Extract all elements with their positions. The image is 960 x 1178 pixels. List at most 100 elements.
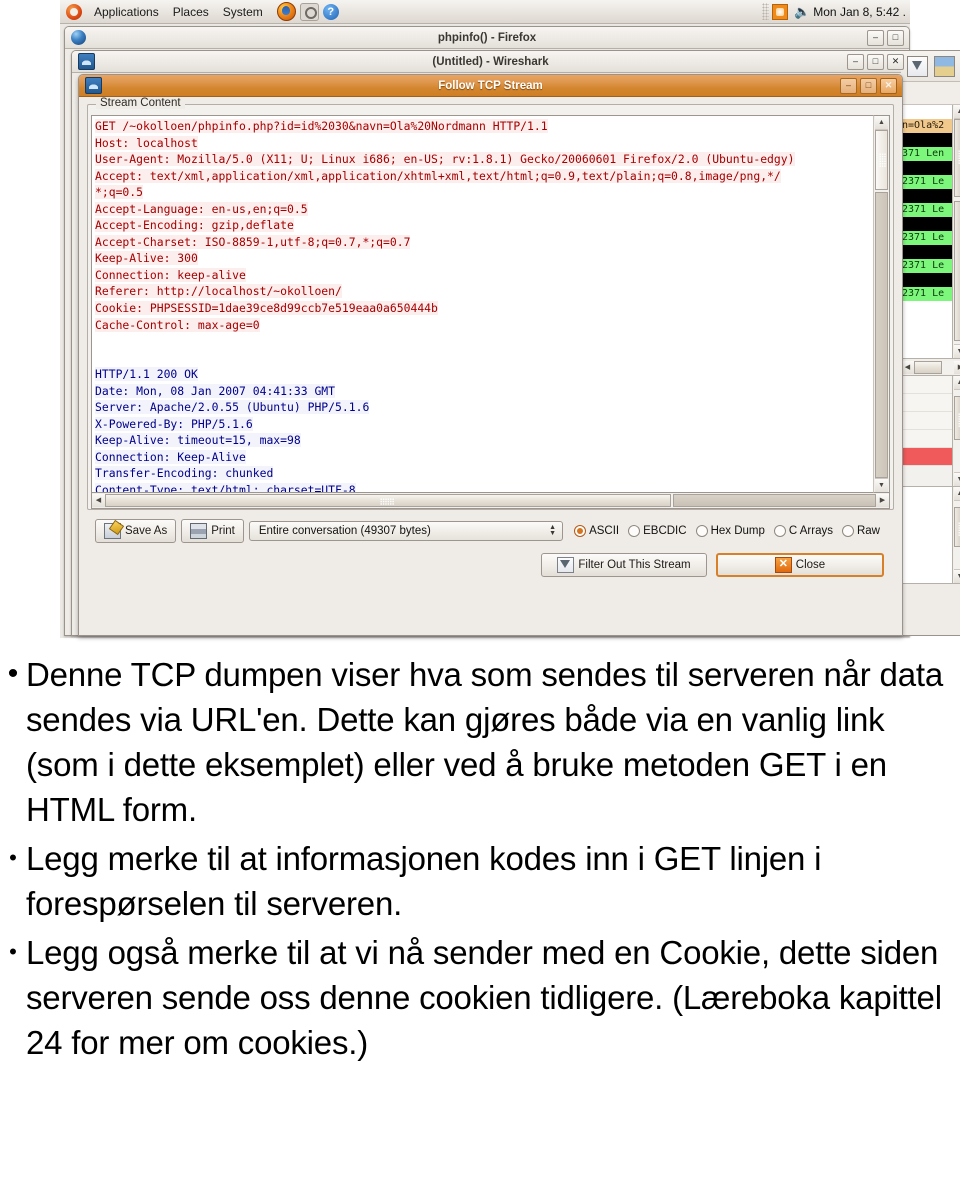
firefox-window-title: phpinfo() - Firefox [437, 31, 537, 44]
dialog-close-button[interactable]: ✕ [880, 77, 897, 94]
stream-content-group: Stream Content GET /~okolloen/phpinfo.ph… [87, 97, 894, 510]
filter-out-label: Filter Out This Stream [578, 559, 691, 571]
packet-bytes-scrollbar[interactable]: ▲ ▼ [952, 487, 960, 583]
scroll-up-icon[interactable]: ▲ [953, 487, 960, 501]
hscroll-right-icon[interactable]: ▶ [954, 360, 960, 374]
table-row[interactable]: 371 Len [901, 147, 953, 161]
scroll-down-icon[interactable]: ▼ [953, 344, 960, 358]
scroll-track[interactable] [953, 119, 960, 344]
wireshark-titlebar[interactable]: (Untitled) - Wireshark – □ ✕ [72, 51, 909, 73]
radio-raw[interactable] [841, 525, 854, 537]
hscroll-right-icon[interactable]: ▶ [876, 494, 889, 507]
request-line: Keep-Alive: 300 [95, 251, 198, 266]
packet-list-pane[interactable]: n=Ola%2 371 Len 2371 Le 2371 Le 2371 Le … [901, 105, 960, 359]
wireshark-maximize-button[interactable]: □ [867, 53, 884, 70]
table-row[interactable] [901, 245, 953, 259]
scroll-track[interactable] [953, 390, 960, 472]
conversation-select[interactable]: Entire conversation (49307 bytes) ▲ ▼ [248, 521, 564, 541]
response-line: Date: Mon, 08 Jan 2007 04:41:33 GMT [95, 383, 336, 398]
radio-hex-dump[interactable] [695, 525, 708, 537]
notification-icon[interactable] [772, 3, 789, 20]
hscroll-track[interactable] [105, 494, 876, 507]
radio-ascii[interactable] [574, 525, 587, 537]
panel-drag-handle[interactable] [762, 3, 770, 20]
table-row[interactable]: 2371 Le [901, 203, 953, 217]
packet-bytes-pane[interactable]: ▲ ▼ [901, 487, 960, 584]
packet-detail-scrollbar[interactable]: ▲ ▼ [952, 376, 960, 486]
scroll-thumb[interactable] [953, 396, 960, 440]
wireshark-icon [85, 77, 102, 94]
packet-list-hscrollbar[interactable]: ◀ ▶ [901, 359, 960, 376]
save-as-button[interactable]: Save As [95, 519, 177, 543]
scroll-down-icon[interactable]: ▼ [875, 478, 888, 492]
stream-content-textview[interactable]: GET /~okolloen/phpinfo.php?id=id%2030&na… [91, 115, 873, 493]
dialog-minimize-button[interactable]: – [840, 77, 857, 94]
table-row[interactable] [901, 273, 953, 287]
table-row[interactable]: 2371 Le [901, 259, 953, 273]
scroll-down-icon[interactable]: ▼ [953, 472, 960, 486]
table-row[interactable] [901, 161, 953, 175]
close-button[interactable]: ✕ Close [716, 553, 884, 577]
wireshark-filter-bar[interactable] [901, 82, 960, 105]
response-line: Connection: Keep-Alive [95, 449, 246, 464]
clock[interactable]: Mon Jan 8, 5:42 . [813, 5, 906, 19]
wireshark-close-button[interactable]: ✕ [887, 53, 904, 70]
menu-applications[interactable]: Applications [87, 4, 166, 20]
table-row[interactable]: 2371 Le [901, 287, 953, 301]
firefox-minimize-button[interactable]: – [867, 29, 884, 46]
wireshark-minimize-button[interactable]: – [847, 53, 864, 70]
hscroll-thumb[interactable] [914, 360, 942, 374]
response-line: HTTP/1.1 200 OK [95, 367, 198, 382]
table-row[interactable] [901, 189, 953, 203]
ubuntu-logo-icon [66, 3, 82, 20]
scroll-track[interactable] [875, 130, 888, 478]
radio-c-arrays[interactable] [773, 525, 786, 537]
request-line: Accept-Encoding: gzip,deflate [95, 218, 294, 233]
scroll-thumb-lower[interactable] [953, 201, 960, 341]
table-row[interactable]: n=Ola%2 [901, 119, 953, 133]
scroll-thumb-page[interactable] [875, 192, 888, 478]
stream-horizontal-scrollbar[interactable]: ◀ ▶ [91, 493, 890, 509]
scroll-thumb[interactable] [875, 130, 888, 190]
firefox-icon[interactable] [276, 2, 296, 21]
dialog-titlebar[interactable]: Follow TCP Stream – □ ✕ [79, 75, 902, 97]
spinner-arrows-icon[interactable]: ▲ ▼ [549, 524, 558, 537]
scroll-up-icon[interactable]: ▲ [875, 116, 888, 130]
scroll-thumb[interactable] [953, 507, 960, 547]
menu-system[interactable]: System [216, 4, 270, 20]
scroll-down-icon[interactable]: ▼ [953, 569, 960, 583]
scroll-track[interactable] [953, 501, 960, 569]
follow-tcp-stream-dialog[interactable]: Follow TCP Stream – □ ✕ Stream Content G… [78, 74, 903, 636]
table-row[interactable] [901, 133, 953, 147]
update-manager-icon[interactable] [299, 2, 319, 21]
menu-places[interactable]: Places [166, 4, 216, 20]
table-row[interactable] [901, 105, 953, 119]
dialog-maximize-button[interactable]: □ [860, 77, 877, 94]
volume-icon[interactable]: 🔈 [794, 5, 810, 18]
radio-ebcdic[interactable] [628, 525, 641, 537]
scroll-thumb[interactable] [953, 119, 960, 197]
filter-funnel-icon[interactable] [907, 55, 928, 77]
scroll-up-icon[interactable]: ▲ [953, 105, 960, 119]
hscroll-thumb[interactable] [105, 494, 671, 507]
table-row[interactable] [901, 217, 953, 231]
firefox-maximize-button[interactable]: □ [887, 29, 904, 46]
firefox-titlebar[interactable]: phpinfo() - Firefox – □ [65, 27, 909, 49]
table-row[interactable]: 2371 Le [901, 231, 953, 245]
table-row[interactable]: 2371 Le [901, 175, 953, 189]
stream-vertical-scrollbar[interactable]: ▲ ▼ [873, 115, 890, 493]
packet-rows[interactable]: n=Ola%2 371 Len 2371 Le 2371 Le 2371 Le … [901, 105, 953, 358]
bullet-icon: • [7, 657, 19, 690]
packet-detail-pane[interactable]: ▲ ▼ [901, 376, 960, 487]
packet-list-scrollbar[interactable]: ▲ ▼ [952, 105, 960, 358]
hscroll-thumb-page[interactable] [673, 494, 876, 507]
hscroll-track[interactable] [914, 360, 954, 374]
encoding-radio-group[interactable]: ASCII EBCDIC Hex Dump C Arrays Raw [574, 525, 886, 537]
print-button[interactable]: Print [181, 519, 244, 543]
scroll-up-icon[interactable]: ▲ [953, 376, 960, 390]
colorize-grid-icon[interactable] [934, 55, 955, 77]
hscroll-left-icon[interactable]: ◀ [92, 494, 105, 507]
help-icon[interactable]: ? [322, 3, 339, 20]
filter-out-this-stream-button[interactable]: Filter Out This Stream [541, 553, 707, 577]
